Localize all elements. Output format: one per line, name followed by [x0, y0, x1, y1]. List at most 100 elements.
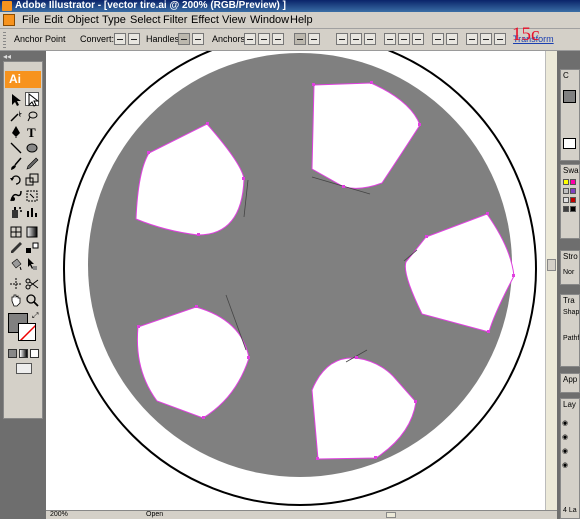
layers-panel-tab[interactable]: Lay: [563, 400, 576, 409]
gradient-tool-icon[interactable]: [25, 225, 39, 239]
remove-anchor-button[interactable]: [244, 33, 256, 45]
color-panel: C: [560, 69, 580, 161]
menu-type[interactable]: Type: [102, 14, 126, 26]
menu-help[interactable]: Help: [290, 14, 313, 26]
rotate-tool-icon[interactable]: [9, 173, 23, 187]
symbol-sprayer-tool-icon[interactable]: [9, 205, 23, 219]
menu-filter[interactable]: Filter: [163, 14, 187, 26]
show-handles-button[interactable]: [178, 33, 190, 45]
stroke-value[interactable]: Nor: [563, 269, 574, 276]
align-right-button[interactable]: [364, 33, 376, 45]
align-center-button[interactable]: [350, 33, 362, 45]
anchor-point: [316, 457, 319, 460]
menu-file[interactable]: File: [22, 14, 40, 26]
isolate-button[interactable]: [294, 33, 306, 45]
slice-tool-icon[interactable]: [9, 277, 23, 291]
align-left-button[interactable]: [336, 33, 348, 45]
stroke-panel-tab[interactable]: Stro: [563, 252, 578, 261]
align-middle-button[interactable]: [398, 33, 410, 45]
swatch-red[interactable]: [570, 197, 576, 203]
swatch-purple[interactable]: [570, 188, 576, 194]
menu-select[interactable]: Select: [130, 14, 161, 26]
menu-view[interactable]: View: [222, 14, 246, 26]
stroke-swatch[interactable]: [18, 323, 36, 341]
scale-tool-icon[interactable]: [25, 173, 39, 187]
align-bottom-button[interactable]: [412, 33, 424, 45]
zoom-level[interactable]: 200%: [50, 511, 68, 519]
none-button[interactable]: [30, 349, 39, 358]
swatch-gray[interactable]: [563, 188, 569, 194]
anchors-label: Anchors:: [212, 34, 248, 44]
swatch-black[interactable]: [570, 206, 576, 212]
vertical-scrollbar[interactable]: [545, 51, 557, 510]
connect-anchor-button[interactable]: [258, 33, 270, 45]
column-graph-tool-icon[interactable]: [25, 205, 39, 219]
line-tool-icon[interactable]: [9, 141, 23, 155]
warp-tool-icon[interactable]: [9, 189, 23, 203]
swatch-light[interactable]: [563, 197, 569, 203]
blend-tool-icon[interactable]: [25, 241, 39, 255]
menu-effect[interactable]: Effect: [191, 14, 219, 26]
menu-object[interactable]: Object: [67, 14, 99, 26]
tools-collapse-icon[interactable]: ◂◂: [3, 52, 11, 61]
selection-tool-icon[interactable]: [9, 93, 23, 107]
illustrator-app-icon[interactable]: [2, 1, 12, 11]
pen-tool-icon[interactable]: [9, 125, 23, 139]
isolate-dropdown[interactable]: [308, 33, 320, 45]
appearance-panel-tab[interactable]: App: [563, 375, 577, 384]
live-paint-selection-tool-icon[interactable]: [25, 257, 39, 271]
free-transform-tool-icon[interactable]: [25, 189, 39, 203]
color-panel-tab[interactable]: C: [563, 71, 569, 80]
vertical-scroll-thumb[interactable]: [547, 259, 556, 271]
control-bar-grip[interactable]: [3, 32, 6, 48]
magic-wand-tool-icon[interactable]: [9, 109, 23, 123]
document-icon[interactable]: [3, 14, 15, 26]
color-button[interactable]: [8, 349, 17, 358]
layer-visibility-eye-icon[interactable]: ◉: [562, 419, 568, 427]
menu-window[interactable]: Window: [250, 14, 289, 26]
layer-visibility-eye-icon[interactable]: ◉: [562, 447, 568, 455]
swap-fill-stroke-icon[interactable]: ⤢: [32, 312, 40, 320]
zoom-tool-icon[interactable]: [25, 293, 39, 307]
align-top-button[interactable]: [384, 33, 396, 45]
direct-selection-tool-icon[interactable]: [25, 92, 40, 107]
live-paint-bucket-tool-icon[interactable]: [9, 257, 23, 271]
transparency-panel-tab[interactable]: Tra: [563, 296, 575, 305]
gradient-button[interactable]: [19, 349, 28, 358]
color-stroke-swatch[interactable]: [563, 138, 576, 149]
distribute-right-button[interactable]: [494, 33, 506, 45]
ellipse-tool-icon[interactable]: [25, 141, 39, 155]
distribute-center-button[interactable]: [480, 33, 492, 45]
convert-corner-button[interactable]: [114, 33, 126, 45]
layer-visibility-eye-icon[interactable]: ◉: [562, 433, 568, 441]
swatch-dark[interactable]: [563, 206, 569, 212]
convert-smooth-button[interactable]: [128, 33, 140, 45]
pencil-tool-icon[interactable]: [25, 157, 39, 171]
screen-mode-button[interactable]: [16, 363, 32, 374]
hand-tool-icon[interactable]: [9, 293, 23, 307]
menu-edit[interactable]: Edit: [44, 14, 63, 26]
anchor-point: [374, 456, 377, 459]
distribute-left-button[interactable]: [466, 33, 478, 45]
type-tool-icon[interactable]: T: [25, 125, 39, 139]
anchor-point: [247, 356, 250, 359]
swatches-panel-tab[interactable]: Swa: [563, 166, 579, 175]
mesh-tool-icon[interactable]: [9, 225, 23, 239]
color-fill-swatch[interactable]: [563, 90, 576, 103]
distribute-top-button[interactable]: [432, 33, 444, 45]
anchor-point: [512, 274, 515, 277]
lasso-tool-icon[interactable]: [25, 109, 39, 123]
horizontal-scroll-thumb[interactable]: [386, 512, 396, 518]
hide-handles-button[interactable]: [192, 33, 204, 45]
swatch-yellow[interactable]: [563, 179, 569, 185]
artboard-canvas[interactable]: [46, 51, 545, 510]
paintbrush-tool-icon[interactable]: [9, 157, 23, 171]
swatch-pink[interactable]: [570, 179, 576, 185]
eyedropper-tool-icon[interactable]: [9, 241, 23, 255]
layer-visibility-eye-icon[interactable]: ◉: [562, 461, 568, 469]
status-bar: 200% Open: [46, 510, 557, 519]
status-text[interactable]: Open: [146, 511, 163, 519]
cut-path-button[interactable]: [272, 33, 284, 45]
distribute-middle-button[interactable]: [446, 33, 458, 45]
scissors-tool-icon[interactable]: [25, 277, 39, 291]
